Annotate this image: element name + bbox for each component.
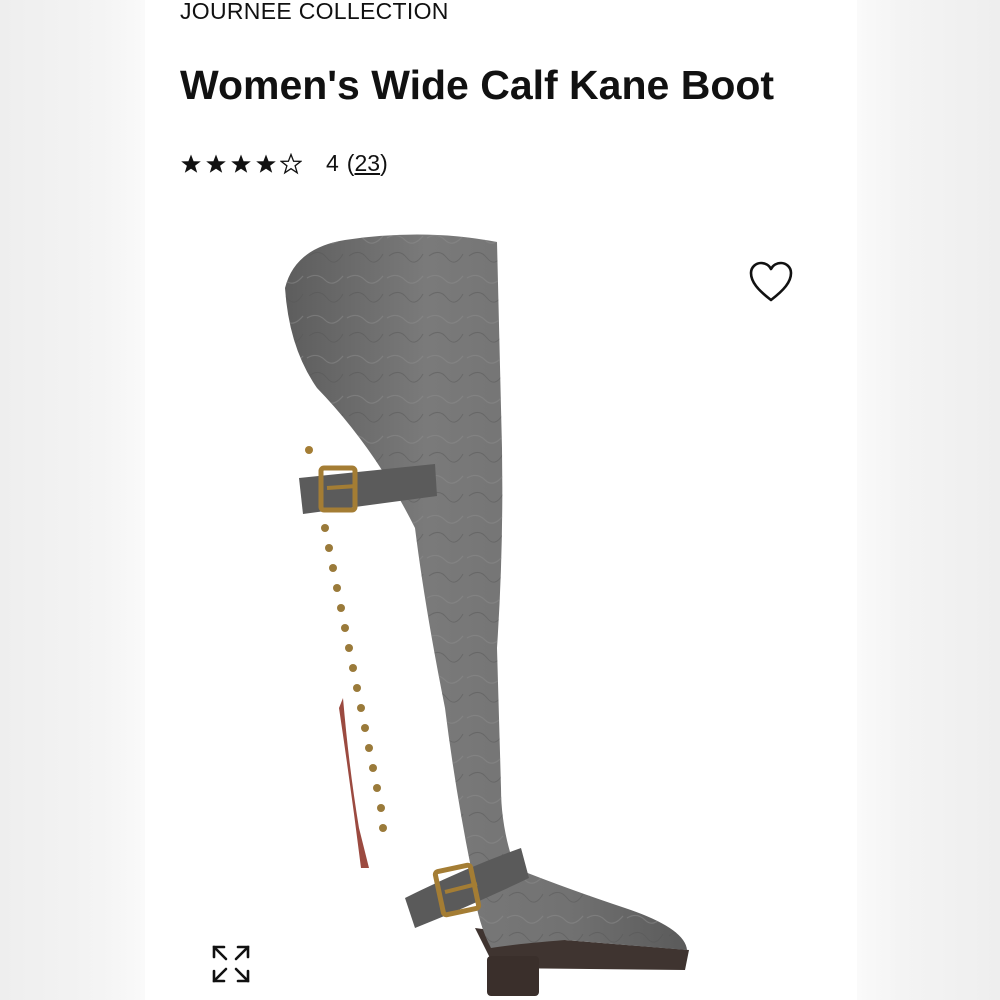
rating-value: 4 <box>326 150 339 176</box>
star-filled-icon <box>181 154 201 173</box>
rating-summary: 4 (23) <box>180 150 388 177</box>
star-filled-icon <box>256 154 276 173</box>
brand-name[interactable]: JOURNEE COLLECTION <box>180 0 449 25</box>
review-count-link[interactable]: 23 <box>354 150 380 176</box>
side-backdrop-right <box>857 0 1000 1000</box>
star-filled-icon <box>231 154 251 173</box>
expand-arrows-icon[interactable] <box>210 943 252 985</box>
product-title: Women's Wide Calf Kane Boot <box>180 62 775 108</box>
product-card: JOURNEE COLLECTION Women's Wide Calf Kan… <box>145 0 857 1000</box>
heart-outline-icon[interactable] <box>748 260 794 304</box>
side-backdrop-left <box>0 0 145 1000</box>
rating-stars <box>180 152 302 175</box>
product-image[interactable] <box>265 228 695 1000</box>
star-filled-icon <box>206 154 226 173</box>
star-empty-icon <box>280 152 302 174</box>
review-count[interactable]: (23) <box>347 150 388 177</box>
